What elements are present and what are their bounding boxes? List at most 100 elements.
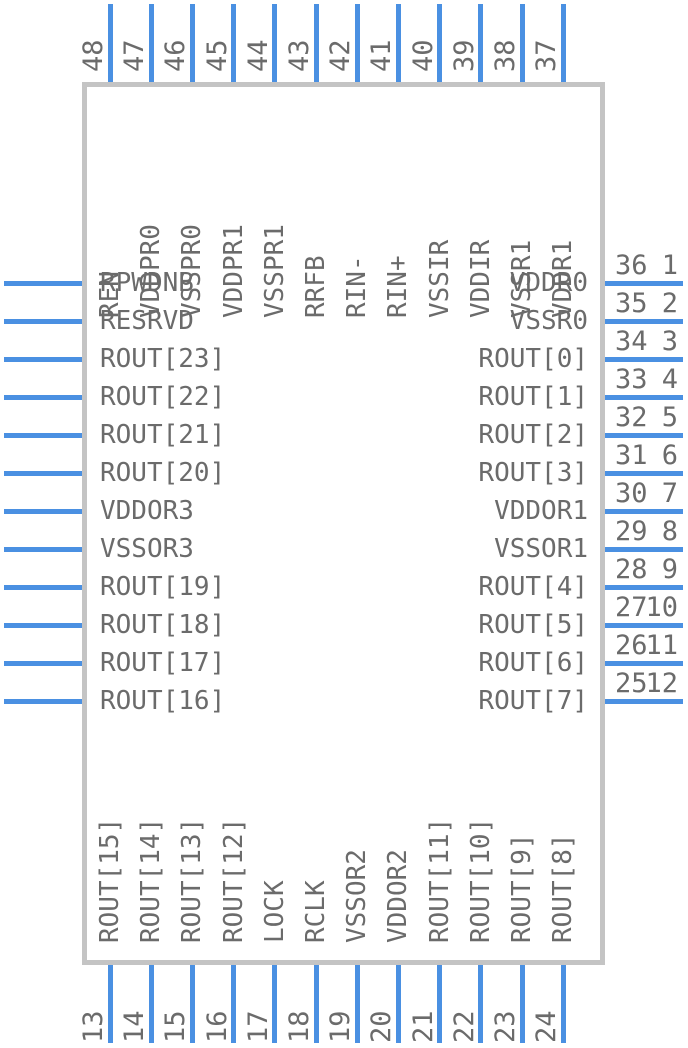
pin-label-16: ROUT[12]	[218, 817, 249, 943]
pin-number-43: 43	[284, 39, 315, 72]
pin-label-17: LOCK	[259, 880, 290, 943]
pin-label-42: RIN-	[342, 255, 373, 318]
pin-number-25: 25	[615, 668, 648, 699]
pin-label-40: VSSIR	[424, 239, 455, 318]
pin-number-28: 28	[615, 554, 648, 585]
pin-lead-28[interactable]	[605, 584, 683, 590]
pin-lead-33[interactable]	[605, 394, 683, 400]
pin-number-38: 38	[490, 39, 521, 72]
pin-number-42: 42	[325, 39, 357, 72]
pin-lead-30[interactable]	[605, 508, 683, 514]
pin-label-4: ROUT[22]	[100, 382, 226, 412]
pin-label-23: ROUT[9]	[507, 833, 537, 943]
pin-number-24: 24	[531, 1010, 563, 1043]
pin-number-44: 44	[242, 39, 274, 72]
pin-number-14: 14	[119, 1010, 151, 1043]
pin-label-18: RCLK	[301, 880, 331, 943]
pin-number-33: 33	[615, 364, 648, 395]
pin-number-36: 36	[615, 250, 648, 281]
pin-label-3: ROUT[23]	[100, 344, 226, 374]
pin-label-22: ROUT[10]	[465, 817, 496, 943]
pin-label-27: ROUT[5]	[478, 610, 588, 640]
pin-label-29: VSSOR1	[494, 534, 588, 564]
pin-number-31: 31	[615, 440, 648, 471]
pin-lead-26[interactable]	[605, 660, 683, 666]
pin-number-17: 17	[242, 1010, 274, 1043]
pin-number-27: 27	[615, 592, 648, 623]
pin-lead-5[interactable]	[4, 432, 82, 438]
pin-label-21: ROUT[11]	[424, 817, 455, 943]
pin-number-19: 19	[325, 1010, 357, 1043]
pin-number-18: 18	[284, 1010, 315, 1043]
pin-number-34: 34	[615, 326, 648, 357]
pin-label-5: ROUT[21]	[100, 420, 226, 450]
pin-label-19: VSSOR2	[342, 849, 373, 943]
pin-number-46: 46	[160, 39, 192, 72]
pin-lead-35[interactable]	[605, 318, 683, 324]
pin-number-40: 40	[407, 39, 439, 72]
pin-number-23: 23	[490, 1010, 521, 1043]
pin-label-10: ROUT[18]	[100, 610, 226, 640]
pin-label-47: VDDPR0	[136, 224, 167, 318]
pin-number-21: 21	[407, 1010, 439, 1043]
pin-label-31: ROUT[3]	[478, 458, 588, 488]
pin-number-15: 15	[160, 1010, 192, 1043]
pin-label-43: RRFB	[301, 255, 331, 318]
pin-lead-34[interactable]	[605, 356, 683, 362]
pin-lead-4[interactable]	[4, 394, 82, 400]
pin-label-37: VDDR1	[548, 239, 579, 318]
pin-label-12: ROUT[16]	[100, 686, 226, 716]
pin-number-35: 35	[615, 288, 648, 319]
pin-lead-29[interactable]	[605, 546, 683, 552]
ic-pinout-diagram: 1 2 3 4 5 6 7 8 9 10 11 12 25 26 27 28 29 30 31 32 33 34 35 36 3…	[0, 0, 688, 1048]
pin-number-20: 20	[366, 1010, 398, 1043]
pin-label-20: VDDOR2	[383, 849, 414, 943]
pin-label-45: VDDPR1	[218, 224, 249, 318]
pin-label-13: ROUT[15]	[95, 817, 125, 943]
pin-number-32: 32	[615, 402, 648, 433]
pin-label-24: ROUT[8]	[548, 833, 579, 943]
pin-lead-27[interactable]	[605, 622, 683, 628]
pin-label-6: ROUT[20]	[100, 458, 226, 488]
pin-number-29: 29	[615, 516, 648, 547]
pin-lead-6[interactable]	[4, 470, 82, 476]
pin-lead-36[interactable]	[605, 280, 683, 286]
pin-label-9: ROUT[19]	[100, 572, 226, 602]
pin-label-32: ROUT[2]	[478, 420, 588, 450]
pin-number-26: 26	[615, 630, 648, 661]
pin-label-34: ROUT[0]	[478, 344, 588, 374]
pin-lead-25[interactable]	[605, 698, 683, 704]
pin-lead-3[interactable]	[4, 356, 82, 362]
pin-number-39: 39	[448, 39, 480, 72]
pin-lead-1[interactable]	[4, 280, 82, 286]
pin-lead-11[interactable]	[4, 660, 82, 666]
pin-label-7: VDDOR3	[100, 496, 194, 526]
pin-lead-31[interactable]	[605, 470, 683, 476]
pin-number-22: 22	[448, 1010, 480, 1043]
pin-lead-8[interactable]	[4, 546, 82, 552]
pin-number-37: 37	[531, 39, 563, 72]
pin-label-8: VSSOR3	[100, 534, 194, 564]
pin-label-46: VSSPR0	[177, 224, 208, 318]
pin-label-14: ROUT[14]	[136, 817, 167, 943]
pin-label-26: ROUT[6]	[478, 648, 588, 678]
pin-lead-7[interactable]	[4, 508, 82, 514]
pin-lead-2[interactable]	[4, 318, 82, 324]
pin-label-28: ROUT[4]	[478, 572, 588, 602]
pin-label-48: REN	[95, 271, 125, 318]
pin-label-30: VDDOR1	[494, 496, 588, 526]
pin-number-41: 41	[366, 39, 398, 72]
pin-number-30: 30	[615, 478, 648, 509]
pin-number-45: 45	[201, 39, 233, 72]
pin-number-48: 48	[78, 39, 109, 72]
pin-lead-12[interactable]	[4, 698, 82, 704]
pin-label-39: VDDIR	[465, 239, 496, 318]
pin-number-16: 16	[201, 1010, 233, 1043]
pin-label-44: VSSPR1	[259, 224, 290, 318]
pin-lead-32[interactable]	[605, 432, 683, 438]
pin-label-25: ROUT[7]	[478, 686, 588, 716]
pin-lead-10[interactable]	[4, 622, 82, 628]
pin-label-15: ROUT[13]	[177, 817, 208, 943]
pin-lead-9[interactable]	[4, 584, 82, 590]
pin-label-41: RIN+	[383, 255, 414, 318]
